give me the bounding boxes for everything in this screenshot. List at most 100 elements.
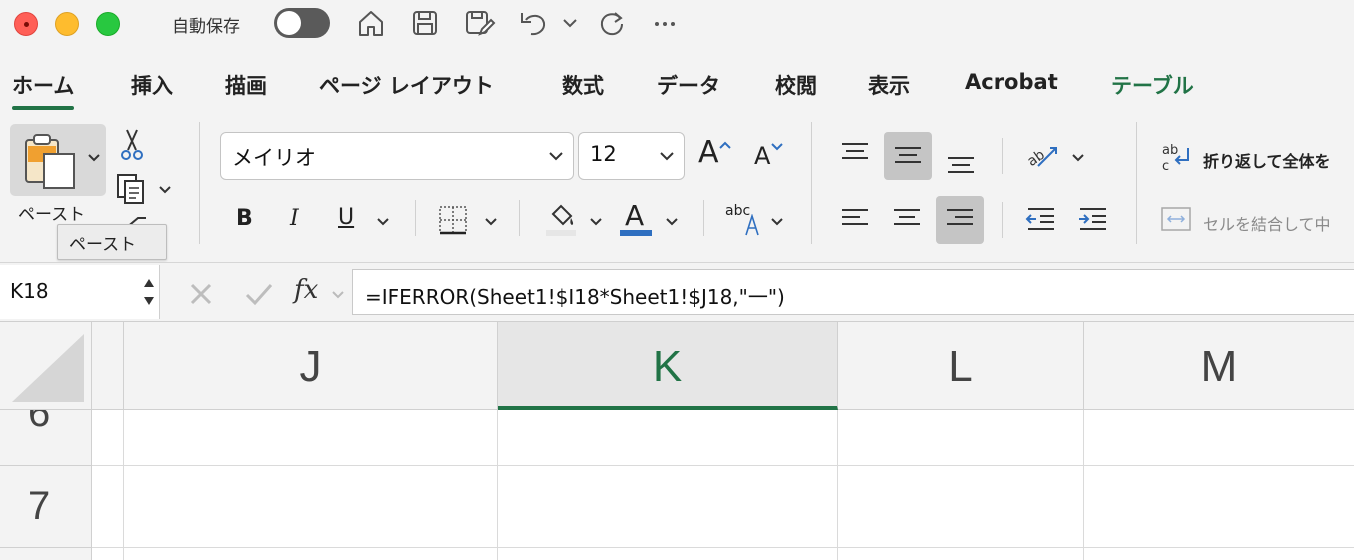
title-bar: 自動保存 [0, 0, 1354, 46]
cell[interactable] [1084, 548, 1354, 560]
row-header-6[interactable]: 6 [0, 410, 92, 466]
home-icon[interactable] [352, 4, 390, 42]
align-bottom-icon[interactable] [944, 152, 978, 176]
decrease-indent-icon[interactable] [1024, 206, 1058, 232]
font-size-value: 12 [590, 142, 617, 166]
undo-icon[interactable] [514, 4, 552, 42]
tab-acrobat[interactable]: Acrobat [965, 70, 1058, 94]
formula-input[interactable]: =IFERROR(Sheet1!$I18*Sheet1!$J18,"一") [352, 269, 1354, 315]
ribbon-tabs: ホーム 挿入 描画 ページ レイアウト 数式 データ 校閲 表示 Acrobat… [0, 56, 1354, 112]
underline-button[interactable]: U [338, 207, 354, 229]
select-all-corner[interactable] [0, 322, 92, 410]
divider [1002, 202, 1003, 238]
column-header-m[interactable]: M [1084, 322, 1354, 410]
align-center-icon[interactable] [890, 206, 924, 230]
orientation-dropdown-chevron-icon[interactable] [1071, 150, 1085, 164]
paste-button[interactable] [10, 124, 106, 196]
tab-formulas[interactable]: 数式 [562, 70, 604, 100]
paste-dropdown-chevron-icon[interactable] [86, 150, 102, 166]
grow-font-icon[interactable]: A [698, 138, 719, 168]
save-as-icon[interactable] [460, 4, 498, 42]
name-box[interactable]: K18 [0, 265, 160, 319]
zoom-window-button[interactable] [96, 12, 120, 36]
underline-dropdown-chevron-icon[interactable] [376, 214, 390, 228]
clipboard-icon [22, 132, 78, 190]
cell[interactable] [92, 410, 124, 466]
tab-insert[interactable]: 挿入 [131, 70, 173, 100]
close-window-button[interactable] [14, 12, 38, 36]
chevron-down-icon [658, 146, 676, 164]
row-header-7[interactable]: 7 [0, 466, 92, 548]
name-box-stepper-icon[interactable] [143, 273, 155, 311]
tab-table[interactable]: テーブル [1111, 70, 1194, 100]
divider [415, 200, 416, 236]
column-header-l[interactable]: L [838, 322, 1084, 410]
phonetic-dropdown-chevron-icon[interactable] [770, 214, 784, 228]
column-header-k[interactable]: K [498, 322, 838, 410]
divider [519, 200, 520, 236]
redo-icon[interactable] [592, 4, 630, 42]
align-left-icon[interactable] [838, 206, 872, 230]
tab-page-layout[interactable]: ページ レイアウト [319, 70, 494, 100]
name-box-value: K18 [10, 279, 49, 303]
shrink-font-icon[interactable]: A [754, 144, 770, 168]
cell-m7[interactable] [1084, 466, 1354, 548]
cell-k7[interactable] [498, 466, 838, 548]
merge-center-label[interactable]: セルを結合して中 [1203, 211, 1331, 235]
tab-home[interactable]: ホーム [12, 70, 75, 110]
font-size-select[interactable]: 12 [578, 132, 685, 180]
row-header-8[interactable] [0, 548, 92, 560]
align-middle-button[interactable] [884, 132, 932, 180]
increase-indent-icon[interactable] [1076, 206, 1110, 232]
align-right-button[interactable] [936, 196, 984, 244]
tab-view[interactable]: 表示 [868, 70, 910, 100]
cell[interactable] [838, 548, 1084, 560]
font-color-button[interactable]: A [625, 202, 644, 230]
tab-draw[interactable]: 描画 [225, 70, 267, 100]
italic-button[interactable]: I [290, 208, 299, 230]
save-icon[interactable] [406, 4, 444, 42]
fill-color-dropdown-chevron-icon[interactable] [589, 214, 603, 228]
wrap-text-label[interactable]: 折り返して全体を [1203, 148, 1331, 172]
cut-scissors-icon[interactable] [118, 128, 146, 162]
autosave-toggle[interactable] [274, 8, 330, 38]
minimize-window-button[interactable] [55, 12, 79, 36]
font-color-swatch [620, 230, 652, 236]
divider [703, 200, 704, 236]
wrap-text-icon[interactable]: ab c [1160, 140, 1194, 174]
cell-l6[interactable] [838, 410, 1084, 466]
divider [1136, 122, 1137, 244]
phonetic-guide-icon[interactable] [744, 214, 760, 236]
tab-review[interactable]: 校閲 [775, 70, 817, 100]
cell[interactable] [124, 548, 498, 560]
column-header-partial[interactable] [92, 322, 124, 410]
cell[interactable] [498, 548, 838, 560]
borders-dropdown-chevron-icon[interactable] [484, 214, 498, 228]
align-right-icon [943, 206, 977, 230]
font-name-select[interactable]: メイリオ [220, 132, 574, 180]
column-header-j[interactable]: J [124, 322, 498, 410]
insert-function-button[interactable]: fx [294, 275, 318, 305]
merge-center-icon[interactable] [1160, 206, 1192, 232]
cell-m6[interactable] [1084, 410, 1354, 466]
cell-k6[interactable] [498, 410, 838, 466]
cell-l7[interactable] [838, 466, 1084, 548]
enter-formula-check-icon[interactable] [244, 281, 274, 307]
borders-icon[interactable] [437, 204, 469, 236]
cell-j7[interactable] [124, 466, 498, 548]
undo-dropdown-chevron-icon[interactable] [560, 4, 580, 42]
orientation-icon[interactable]: ab [1024, 140, 1060, 170]
bold-button[interactable]: B [236, 208, 253, 230]
function-dropdown-chevron-icon[interactable] [331, 287, 345, 301]
cell[interactable] [92, 466, 124, 548]
copy-dropdown-chevron-icon[interactable] [158, 182, 172, 196]
fill-color-bucket-icon[interactable] [544, 200, 578, 236]
font-color-dropdown-chevron-icon[interactable] [665, 214, 679, 228]
align-top-icon[interactable] [838, 140, 872, 164]
cancel-formula-icon[interactable] [188, 281, 214, 307]
copy-icon[interactable] [114, 172, 150, 206]
more-icon[interactable] [646, 4, 684, 42]
cell[interactable] [92, 548, 124, 560]
cell-j6[interactable] [124, 410, 498, 466]
tab-data[interactable]: データ [657, 70, 720, 100]
